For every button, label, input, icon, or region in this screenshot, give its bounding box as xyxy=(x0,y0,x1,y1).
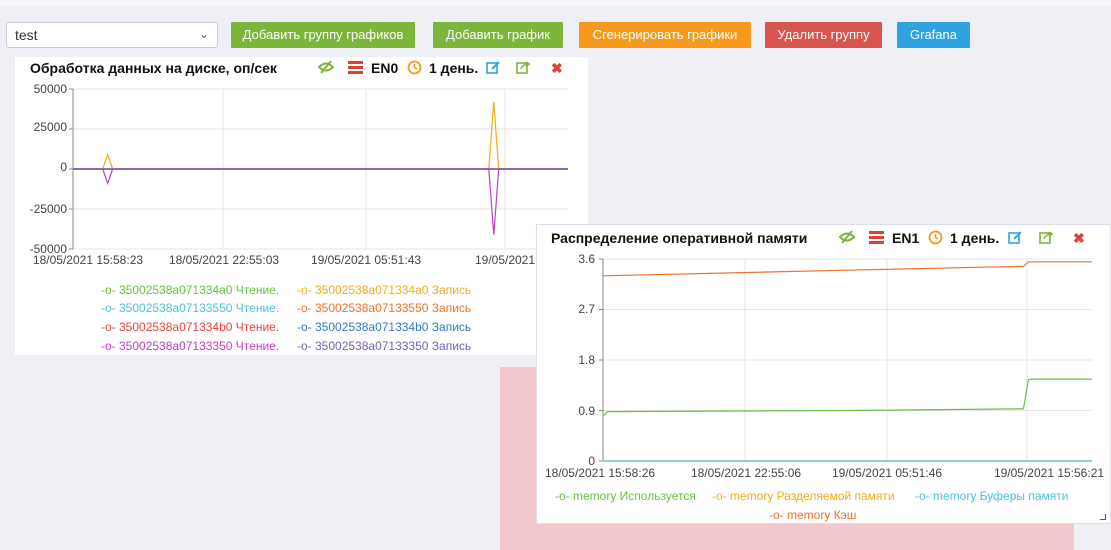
clock-icon[interactable] xyxy=(928,230,943,248)
resize-handle-icon[interactable] xyxy=(1100,514,1106,520)
legend-label: 35002538a071334b0 Чтение. xyxy=(119,320,280,334)
node-label: EN1 xyxy=(892,230,920,246)
panel-title: Распределение оперативной памяти xyxy=(551,230,808,246)
legend-label: memory Буферы памяти xyxy=(933,489,1069,503)
x-tick-label: 19/05/2021 xyxy=(475,253,535,267)
legend-label: 35002538a07133550 Запись xyxy=(315,301,472,315)
y-tick-label: 25000 xyxy=(34,120,68,134)
y-tick-label: 0 xyxy=(60,160,67,174)
x-tick-label: 18/05/2021 22:55:03 xyxy=(169,253,279,267)
panel-header: Распределение оперативной памяти EN1 1 д… xyxy=(537,225,1110,247)
chart-lines xyxy=(73,101,568,235)
legend-item[interactable]: -o- 35002538a071334b0 Чтение. xyxy=(101,320,279,334)
x-tick-label: 18/05/2021 15:58:26 xyxy=(545,466,655,479)
chart-grid xyxy=(599,258,1092,462)
period-label: 1 день. xyxy=(950,230,1000,246)
legend-label: 35002538a07133350 Чтение. xyxy=(119,339,280,353)
y-tick-label: 0.9 xyxy=(578,404,595,418)
legend-label: 35002538a071334a0 Чтение. xyxy=(119,283,280,297)
legend-label: memory Используется xyxy=(573,489,696,503)
legend-label: memory Кэш xyxy=(787,508,857,522)
legend-item[interactable]: -o- memory Буферы памяти xyxy=(915,489,1068,503)
legend-item[interactable]: -o- 35002538a071334a0 Чтение. xyxy=(101,283,279,297)
legend-label: 35002538a071334b0 Запись xyxy=(315,320,472,334)
series-line xyxy=(73,101,568,170)
legend-label: 35002538a07133550 Чтение. xyxy=(119,301,280,315)
x-axis: 18/05/2021 15:58:26 18/05/2021 22:55:06 … xyxy=(545,466,1104,479)
group-select-value: test xyxy=(15,27,38,43)
server-icon xyxy=(348,60,363,77)
export-icon[interactable] xyxy=(516,60,531,78)
legend-label: 35002538a071334a0 Запись xyxy=(315,283,472,297)
legend-item[interactable]: -o- 35002538a071334b0 Запись xyxy=(297,320,471,334)
chevron-down-icon: ⌄ xyxy=(198,27,209,41)
legend-item[interactable]: -o- 35002538a07133550 Запись xyxy=(297,301,471,315)
x-tick-label: 18/05/2021 22:55:06 xyxy=(691,466,801,479)
legend-item[interactable]: -o- 35002538a071334a0 Запись xyxy=(297,283,471,297)
server-icon xyxy=(869,230,884,247)
legend-item[interactable]: -o- memory Кэш xyxy=(769,508,856,522)
add-group-button[interactable]: Добавить группу графиков xyxy=(231,22,415,48)
grafana-button[interactable]: Grafana xyxy=(897,22,970,48)
delete-group-button[interactable]: Удалить группу xyxy=(765,22,882,48)
visibility-off-icon[interactable] xyxy=(838,230,856,247)
legend-item[interactable]: -o- 35002538a07133350 Чтение. xyxy=(101,339,279,353)
chart-panel-disk[interactable]: Обработка данных на диске, оп/сек EN0 1 … xyxy=(15,57,588,355)
close-icon[interactable]: ✖ xyxy=(1073,230,1085,247)
x-axis: 18/05/2021 15:58:23 18/05/2021 22:55:03 … xyxy=(33,253,535,267)
group-select[interactable]: test ⌄ xyxy=(6,22,218,48)
x-tick-label: 18/05/2021 15:58:23 xyxy=(33,253,143,267)
legend-item[interactable]: -o- memory Разделяемой памяти xyxy=(712,489,895,503)
chart-lines xyxy=(602,261,1092,462)
chart-panel-memory[interactable]: Распределение оперативной памяти EN1 1 д… xyxy=(536,224,1111,524)
y-axis: 50000 25000 0 -25000 -50000 xyxy=(30,82,68,256)
period-label: 1 день. xyxy=(429,60,479,76)
y-tick-label: 50000 xyxy=(34,82,68,96)
legend-item[interactable]: -o- memory Используется xyxy=(555,489,696,503)
legend-item[interactable]: -o- 35002538a07133350 Запись xyxy=(297,339,471,353)
legend-item[interactable]: -o- 35002538a07133550 Чтение. xyxy=(101,301,279,315)
edit-icon[interactable] xyxy=(1008,230,1023,248)
memory-chart-svg: 3.6 2.7 1.8 0.9 0 18/05/2021 15:58:26 18… xyxy=(545,252,1104,479)
clock-icon[interactable] xyxy=(407,60,422,78)
x-tick-label: 19/05/2021 15:56:21 xyxy=(994,466,1104,479)
legend-label: memory Разделяемой памяти xyxy=(730,489,895,503)
x-tick-label: 19/05/2021 05:51:43 xyxy=(311,253,421,267)
panel-title: Обработка данных на диске, оп/сек xyxy=(30,60,277,76)
panel-header: Обработка данных на диске, оп/сек EN0 1 … xyxy=(15,57,588,79)
generate-charts-button[interactable]: Сгенерировать графики xyxy=(579,22,751,48)
close-icon[interactable]: ✖ xyxy=(551,60,563,77)
y-tick-label: 2.7 xyxy=(578,302,595,316)
y-tick-label: -25000 xyxy=(30,202,68,216)
y-tick-label: 1.8 xyxy=(578,353,595,367)
add-chart-button[interactable]: Добавить график xyxy=(433,22,563,48)
legend-label: 35002538a07133350 Запись xyxy=(315,339,472,353)
series-line xyxy=(73,168,568,235)
series-line xyxy=(602,261,1092,277)
y-tick-label: 3.6 xyxy=(578,252,595,266)
edit-icon[interactable] xyxy=(486,60,501,78)
export-icon[interactable] xyxy=(1039,230,1054,248)
disk-chart-svg: 50000 25000 0 -25000 -50000 18/05/2021 1… xyxy=(30,82,568,267)
visibility-off-icon[interactable] xyxy=(317,60,335,77)
y-axis: 3.6 2.7 1.8 0.9 0 xyxy=(578,252,595,468)
top-strip xyxy=(0,0,1111,6)
node-label: EN0 xyxy=(371,60,399,76)
x-tick-label: 19/05/2021 05:51:46 xyxy=(832,466,942,479)
